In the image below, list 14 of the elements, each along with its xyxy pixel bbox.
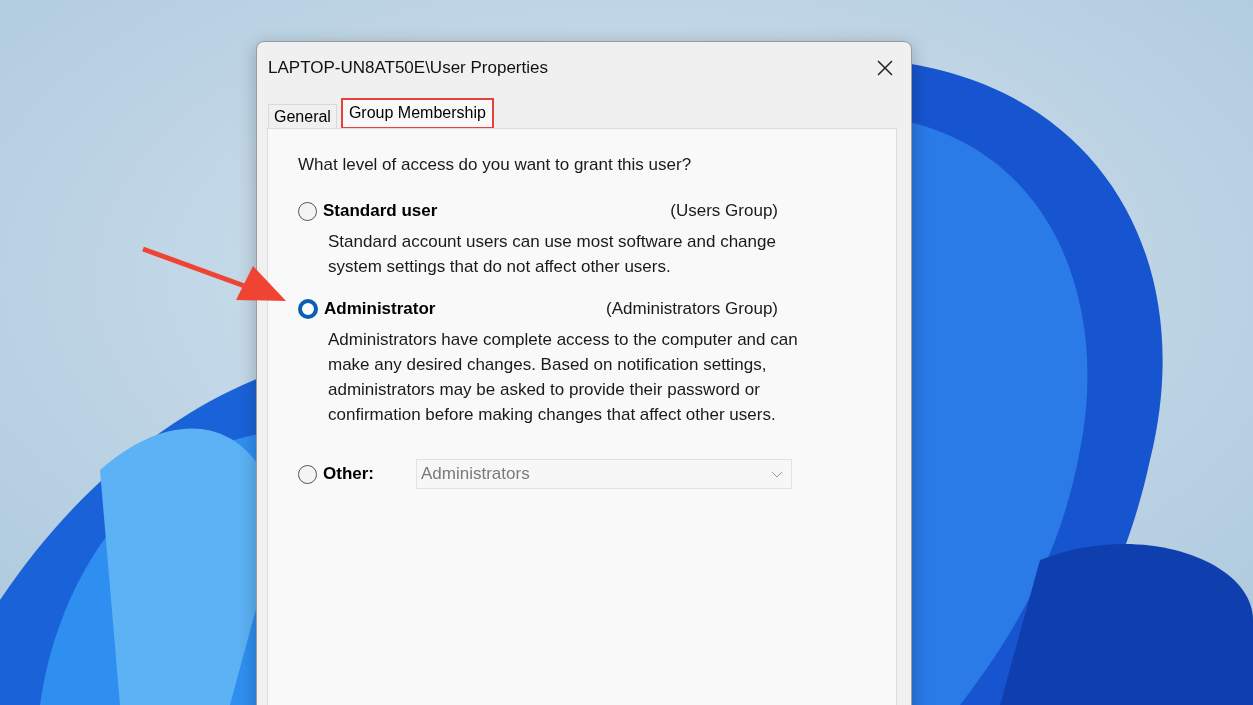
radio-button[interactable] — [298, 201, 317, 221]
tab[interactable]: Group Membership — [340, 98, 494, 129]
radio-button[interactable] — [298, 299, 318, 319]
group-name: (Administrators Group) — [606, 299, 778, 319]
window-title: LAPTOP-UN8AT50E\User Properties — [268, 58, 548, 78]
tab[interactable]: General — [268, 104, 337, 128]
group-name: (Users Group) — [670, 201, 778, 221]
option-label: Standard user — [323, 201, 438, 221]
question-text: What level of access do you want to grant this user? — [298, 155, 693, 175]
option-description: Standard account users can use most software and change system settings that do not affect other users. — [328, 231, 777, 278]
option-description: Administrators have complete access to the computer and can make any desired changes. Based on notification settings, administrators may be asked to provide their password or confirmation before making changes that affect other users. — [328, 329, 798, 426]
option-label: Other: — [323, 464, 374, 484]
option-label: Administrator — [324, 299, 436, 319]
chevron-down-icon — [771, 470, 783, 478]
